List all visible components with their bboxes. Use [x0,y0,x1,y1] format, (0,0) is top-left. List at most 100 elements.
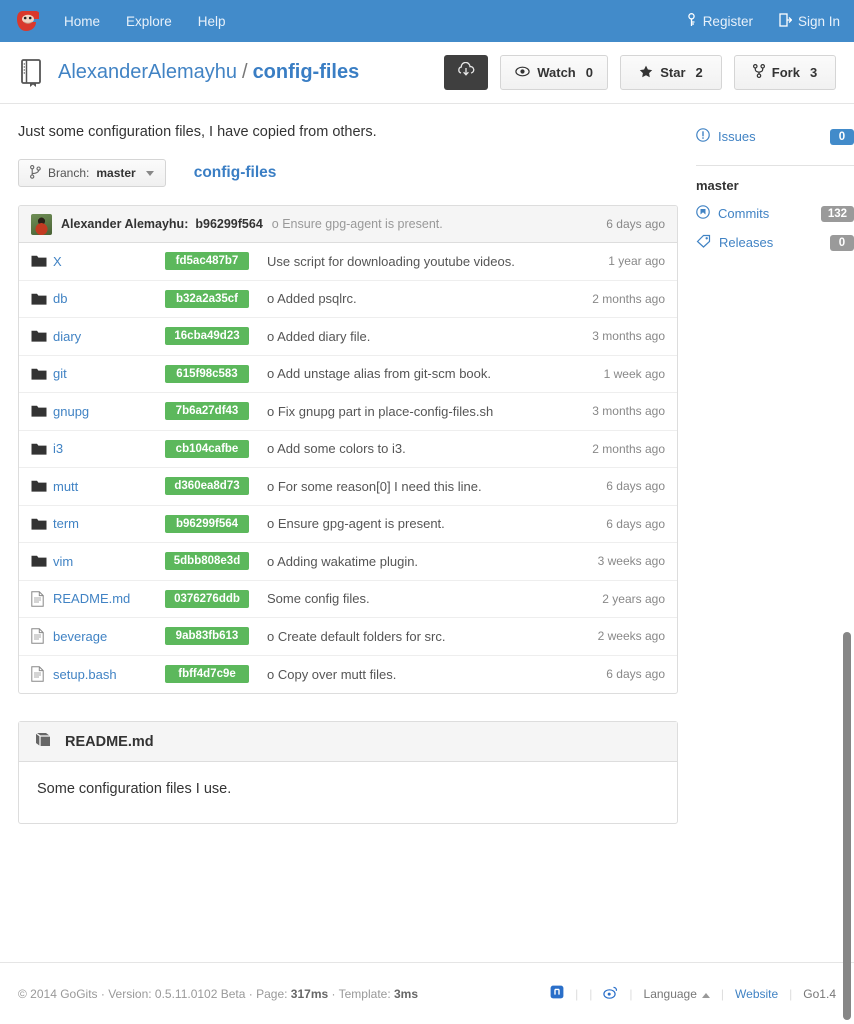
nav-link-help[interactable]: Help [198,14,226,29]
chevron-down-icon [145,170,154,176]
main-column: Just some configuration files, I have co… [18,104,678,824]
file-sha-badge[interactable]: 16cba49d23 [165,327,249,346]
scrollbar-thumb[interactable] [843,632,851,1020]
signin-link[interactable]: Sign In [779,12,840,30]
file-sha-badge[interactable]: 5dbb808e3d [165,552,249,571]
file-sha-badge[interactable]: cb104cafbe [165,439,249,458]
file-name-link[interactable]: vim [53,554,165,569]
weibo-icon[interactable] [603,986,618,1002]
file-sha-badge[interactable]: fbff4d7c9e [165,665,249,684]
branch-row: Branch: master config-files [18,159,678,187]
commit-sha[interactable]: b96299f564 [195,217,262,231]
sidebar: Issues 0 master Commits 132 Releases 0 [696,104,854,824]
nav-link-explore[interactable]: Explore [126,14,172,29]
breadcrumb[interactable]: config-files [194,164,277,182]
footer-right-group: | | | Language | Website | Go1.4 [550,985,836,1002]
file-commit-time: 1 week ago [603,366,665,381]
footer-divider-5: | [789,986,793,1001]
file-name-link[interactable]: i3 [53,441,165,456]
file-commit-message: o Ensure gpg-agent is present. [267,516,445,532]
table-row: diary 16cba49d23 o Added diary file. 3 mont… [19,318,677,356]
register-link[interactable]: Register [686,12,753,30]
scrollbar-track[interactable] [839,0,854,1024]
file-name-link[interactable]: gnupg [53,404,165,419]
file-commit-time: 3 months ago [592,329,665,344]
sidebar-item-releases[interactable]: Releases 0 [696,228,854,257]
language-label: Language [643,986,697,1001]
file-name-link[interactable]: git [53,366,165,381]
file-name-link[interactable]: README.md [53,591,165,606]
file-commit-time: 3 months ago [592,404,665,419]
watch-count: 0 [585,65,593,80]
readme-panel: README.md Some configuration files I use… [18,721,678,824]
footer-template-sep: · Template: [331,986,391,1001]
repo-name-link[interactable]: config-files [253,61,360,83]
watch-button[interactable]: Watch 0 [500,55,608,90]
folder-icon [31,554,53,568]
repo-book-icon [18,58,44,88]
file-sha-badge[interactable]: 0376276ddb [165,589,249,608]
key-icon [686,12,697,30]
sidebar-branch-label: master [696,178,739,193]
file-sha-badge[interactable]: d360ea8d73 [165,477,249,496]
file-sha-badge[interactable]: b32a2a35cf [165,289,249,308]
file-name-link[interactable]: mutt [53,479,165,494]
nav-link-home[interactable]: Home [64,14,100,29]
sidebar-issues-label: Issues [718,129,756,144]
website-link[interactable]: Website [735,987,778,1001]
issue-icon [696,128,710,145]
fork-button[interactable]: Fork 3 [734,55,836,90]
cloud-download-icon [456,61,476,83]
commit-time: 6 days ago [606,217,665,231]
file-commit-message: o Add some colors to i3. [267,441,406,457]
file-commit-time: 2 years ago [602,591,665,606]
file-sha-badge[interactable]: 615f98c583 [165,364,249,383]
commit-author[interactable]: Alexander Alemayhu: [61,217,188,231]
file-sha-badge[interactable]: fd5ac487b7 [165,252,249,271]
file-name-link[interactable]: beverage [53,629,165,644]
table-row: gnupg 7b6a27df43 o Fix gnupg part in place… [19,393,677,431]
file-sha-badge[interactable]: 9ab83fb613 [165,627,249,646]
file-name-link[interactable]: X [53,254,165,269]
signin-label: Sign In [797,13,840,29]
branch-selector[interactable]: Branch: master [18,159,166,187]
file-name-link[interactable]: setup.bash [53,667,165,682]
gogits-logo-icon[interactable] [14,7,42,35]
branch-prefix: Branch: [48,166,90,180]
file-name-link[interactable]: term [53,516,165,531]
folder-icon [31,254,53,268]
chevron-up-icon [701,992,710,998]
github-icon[interactable] [550,985,564,1002]
sidebar-item-issues[interactable]: Issues 0 [696,122,854,151]
sidebar-releases-label: Releases [719,235,774,250]
fork-count: 3 [809,65,818,80]
table-row: i3 cb104cafbe o Add some colors to i3. 2 mo… [19,431,677,468]
latest-commit-bar: Alexander Alemayhu: b96299f564 o Ensure … [19,206,677,243]
file-commit-message: o Copy over mutt files. [267,666,397,682]
fork-label: Fork [771,65,800,80]
star-button[interactable]: Star 2 [620,55,722,90]
clone-download-button[interactable] [444,55,489,90]
table-row: README.md 0376276ddb Some config files. 2 y… [19,581,677,618]
file-name-link[interactable]: db [53,291,165,306]
file-commit-message: o Add unstage alias from git-scm book. [267,366,492,382]
top-navbar: Home Explore Help Register Sign In [0,0,854,42]
file-icon [31,666,53,682]
repo-owner-link[interactable]: AlexanderAlemayhu [58,61,237,83]
go-version-label: Go1.4 [803,986,836,1001]
file-sha-badge[interactable]: 7b6a27df43 [165,402,249,421]
watch-label: Watch [537,65,576,80]
folder-icon [31,442,53,456]
sidebar-item-commits[interactable]: Commits 132 [696,199,854,228]
file-commit-message: o Adding wakatime plugin. [267,553,419,569]
file-commit-time: 1 year ago [608,254,665,269]
nav-right-group: Register Sign In [686,12,840,30]
repo-description: Just some configuration files, I have co… [18,124,377,140]
file-sha-badge[interactable]: b96299f564 [165,514,249,533]
file-commit-time: 2 months ago [592,291,665,306]
table-row: git 615f98c583 o Add unstage alias from gi… [19,356,677,393]
footer-copyright: © 2014 GoGits · Version: 0.5.11.0102 Bet… [18,987,418,1001]
language-selector[interactable]: Language [644,987,710,1001]
table-row: vim 5dbb808e3d o Adding wakatime plugin. 3 … [19,543,677,581]
file-name-link[interactable]: diary [53,329,165,344]
